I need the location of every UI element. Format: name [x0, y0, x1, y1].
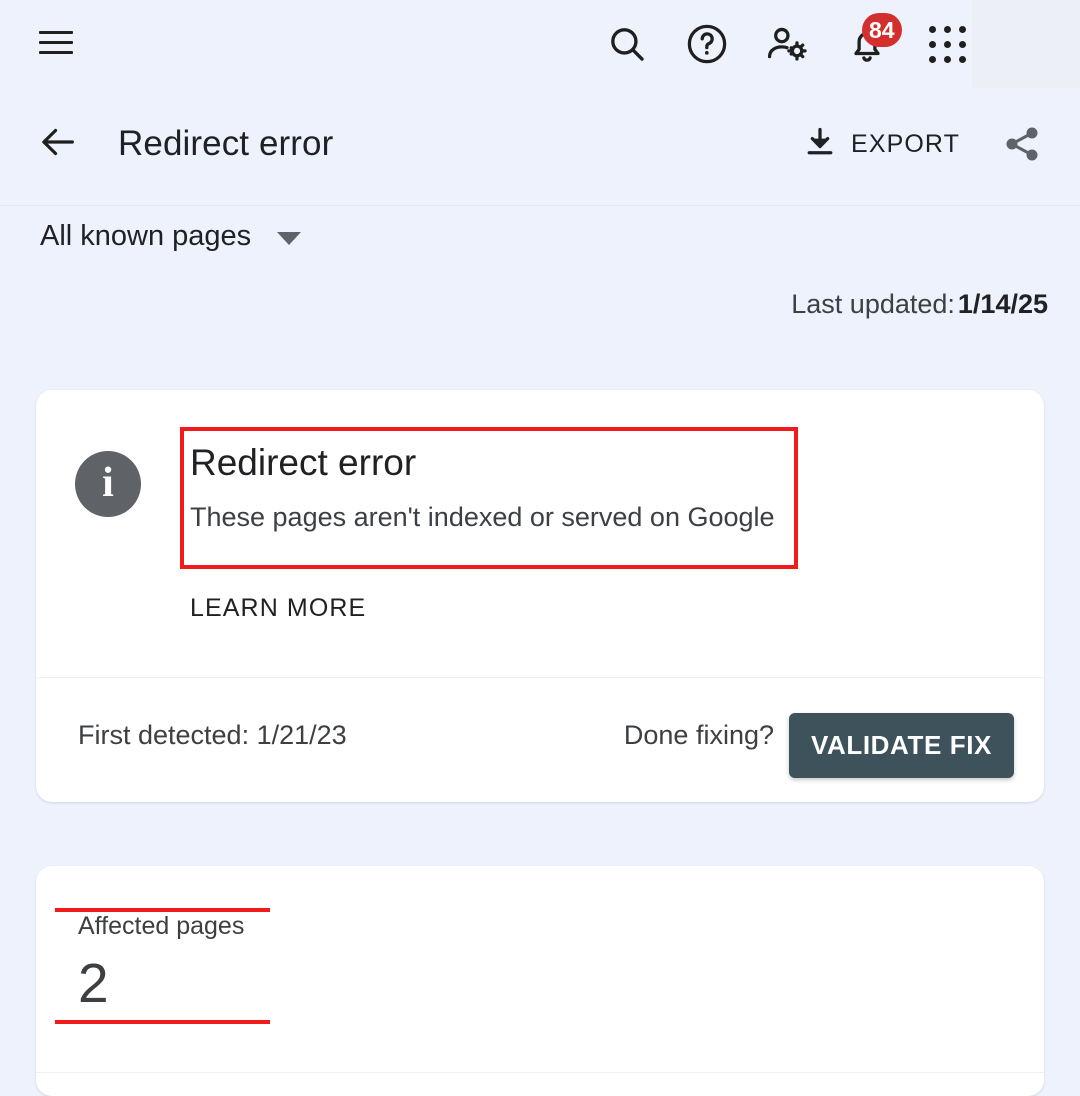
apps-grid-dots: [928, 25, 966, 63]
info-glyph: i: [102, 460, 114, 506]
hamburger-menu-icon[interactable]: [34, 20, 78, 64]
page-scope-dropdown-value: All known pages: [40, 220, 252, 252]
last-updated-value: 1/14/25: [957, 289, 1048, 319]
hamburger-bar: [39, 30, 73, 34]
page-scope-dropdown[interactable]: All known pages: [40, 220, 302, 253]
done-fixing-label: Done fixing?: [623, 720, 774, 750]
issue-detail-card: i Redirect error These pages aren't inde…: [36, 390, 1044, 802]
topbar-icon-group: 84: [598, 13, 976, 75]
last-updated: Last updated: 1/14/25: [791, 289, 1048, 320]
issue-subtitle: These pages aren't indexed or served on …: [190, 502, 775, 533]
validate-fix-button[interactable]: VALIDATE FIX: [788, 713, 1014, 778]
page-header: Redirect error EXPORT: [0, 88, 1080, 206]
notifications-bell-icon[interactable]: 84: [838, 13, 902, 73]
affected-pages-value: 2: [78, 952, 109, 1014]
issue-text-block: Redirect error These pages aren't indexe…: [190, 442, 810, 534]
card-divider: [36, 677, 1044, 678]
page-title: Redirect error: [118, 124, 334, 163]
export-button[interactable]: EXPORT: [789, 118, 974, 170]
back-arrow-icon[interactable]: [36, 120, 80, 164]
export-button-label: EXPORT: [851, 129, 960, 158]
learn-more-link[interactable]: LEARN MORE: [190, 594, 366, 623]
affected-pages-label: Affected pages: [78, 912, 245, 940]
share-icon[interactable]: [992, 116, 1052, 172]
issue-title: Redirect error: [190, 442, 417, 483]
first-detected-text: First detected: 1/21/23: [78, 720, 347, 750]
apps-grid-icon[interactable]: [918, 15, 976, 73]
hamburger-bar: [39, 50, 73, 54]
hamburger-bar: [39, 40, 73, 44]
affected-pages-card: Affected pages 2: [36, 866, 1044, 1096]
top-app-bar: 84: [0, 0, 1080, 88]
last-updated-label: Last updated:: [791, 289, 955, 319]
account-settings-icon[interactable]: [758, 15, 816, 73]
filter-row: All known pages: [0, 206, 1080, 278]
info-circle-icon: i: [75, 451, 141, 517]
affected-card-divider: [36, 1072, 1044, 1073]
help-icon[interactable]: [678, 15, 736, 73]
chevron-down-icon: [277, 231, 302, 245]
download-icon: [803, 125, 837, 164]
avatar-placeholder[interactable]: [972, 0, 1080, 88]
notification-badge: 84: [862, 13, 902, 47]
header-actions: EXPORT: [789, 116, 1052, 172]
search-icon[interactable]: [598, 15, 656, 73]
